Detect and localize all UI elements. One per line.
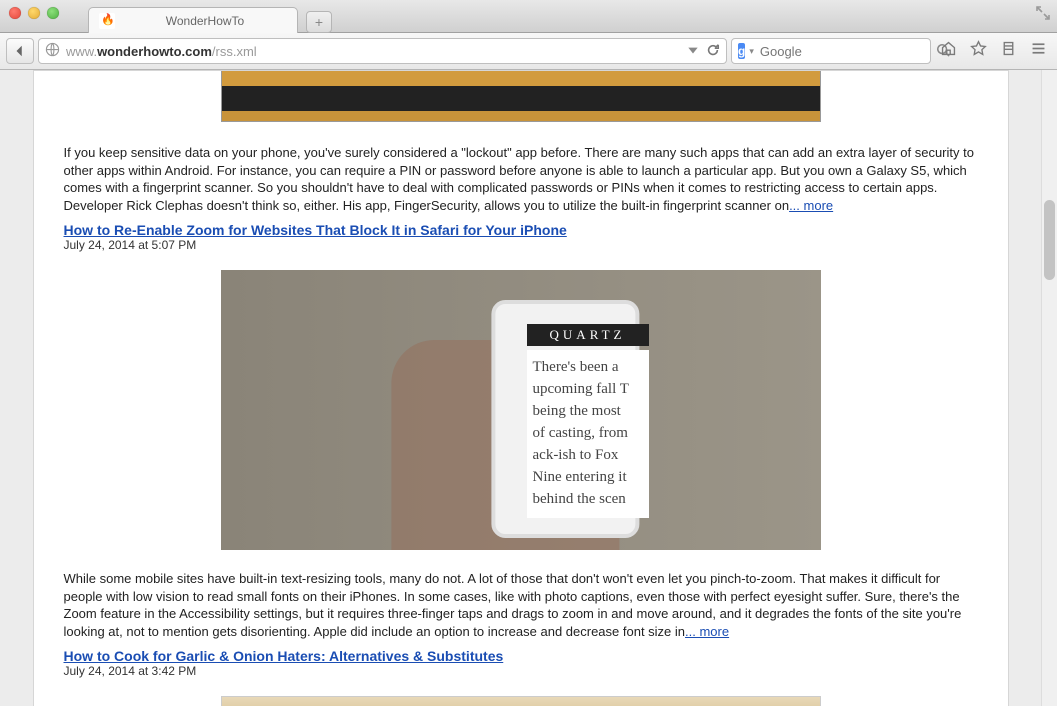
more-link[interactable]: ... more	[789, 198, 833, 213]
scrollbar-thumb[interactable]	[1044, 200, 1055, 280]
favicon-icon	[99, 13, 115, 29]
article-title-link[interactable]: How to Re-Enable Zoom for Websites That …	[64, 222, 567, 238]
url-path: /rss.xml	[212, 44, 257, 59]
google-icon: g	[738, 43, 745, 59]
menu-button[interactable]	[1025, 40, 1051, 62]
article-title: How to Cook for Garlic & Onion Haters: A…	[64, 648, 978, 664]
back-button[interactable]	[6, 38, 34, 64]
article-image: There's been a upcoming fall T being the…	[221, 270, 821, 550]
url-host: wonderhowto.com	[97, 44, 212, 59]
page-viewport: If you keep sensitive data on your phone…	[0, 70, 1057, 706]
search-bar[interactable]: g ▾	[731, 38, 931, 64]
reading-list-button[interactable]	[995, 40, 1021, 62]
home-button[interactable]	[935, 40, 961, 62]
article-image	[221, 71, 821, 122]
new-tab-button[interactable]: +	[306, 11, 332, 33]
search-input[interactable]	[760, 44, 936, 59]
vertical-scrollbar[interactable]	[1041, 70, 1057, 706]
dropdown-icon[interactable]	[686, 43, 700, 60]
window-controls	[0, 0, 68, 19]
tab-title: WonderHowTo	[123, 14, 287, 28]
tab-strip: WonderHowTo +	[88, 0, 332, 33]
page-scroll-area[interactable]: If you keep sensitive data on your phone…	[0, 70, 1041, 706]
zoom-window-button[interactable]	[47, 7, 59, 19]
minimize-window-button[interactable]	[28, 7, 40, 19]
article-image	[221, 696, 821, 706]
navigation-toolbar: www. wonderhowto.com /rss.xml g ▾	[0, 33, 1057, 70]
globe-icon	[45, 42, 60, 60]
url-prefix: www.	[66, 44, 97, 59]
window-titlebar: WonderHowTo +	[0, 0, 1057, 33]
close-window-button[interactable]	[9, 7, 21, 19]
bookmarks-button[interactable]	[965, 40, 991, 62]
article-date: July 24, 2014 at 5:07 PM	[64, 238, 978, 252]
browser-tab[interactable]: WonderHowTo	[88, 7, 298, 33]
address-bar[interactable]: www. wonderhowto.com /rss.xml	[38, 38, 727, 64]
search-engine-dropdown-icon[interactable]: ▾	[749, 46, 754, 57]
article-date: July 24, 2014 at 3:42 PM	[64, 664, 978, 678]
article-body: If you keep sensitive data on your phone…	[64, 144, 978, 214]
fullscreen-icon[interactable]	[1035, 5, 1051, 21]
reload-button[interactable]	[706, 43, 720, 60]
article-body: While some mobile sites have built-in te…	[64, 570, 978, 640]
more-link[interactable]: ... more	[685, 624, 729, 639]
article-title: How to Re-Enable Zoom for Websites That …	[64, 222, 978, 238]
phone-screen-text: There's been a upcoming fall T being the…	[527, 350, 649, 518]
article-title-link[interactable]: How to Cook for Garlic & Onion Haters: A…	[64, 648, 504, 664]
page-content: If you keep sensitive data on your phone…	[33, 70, 1009, 706]
